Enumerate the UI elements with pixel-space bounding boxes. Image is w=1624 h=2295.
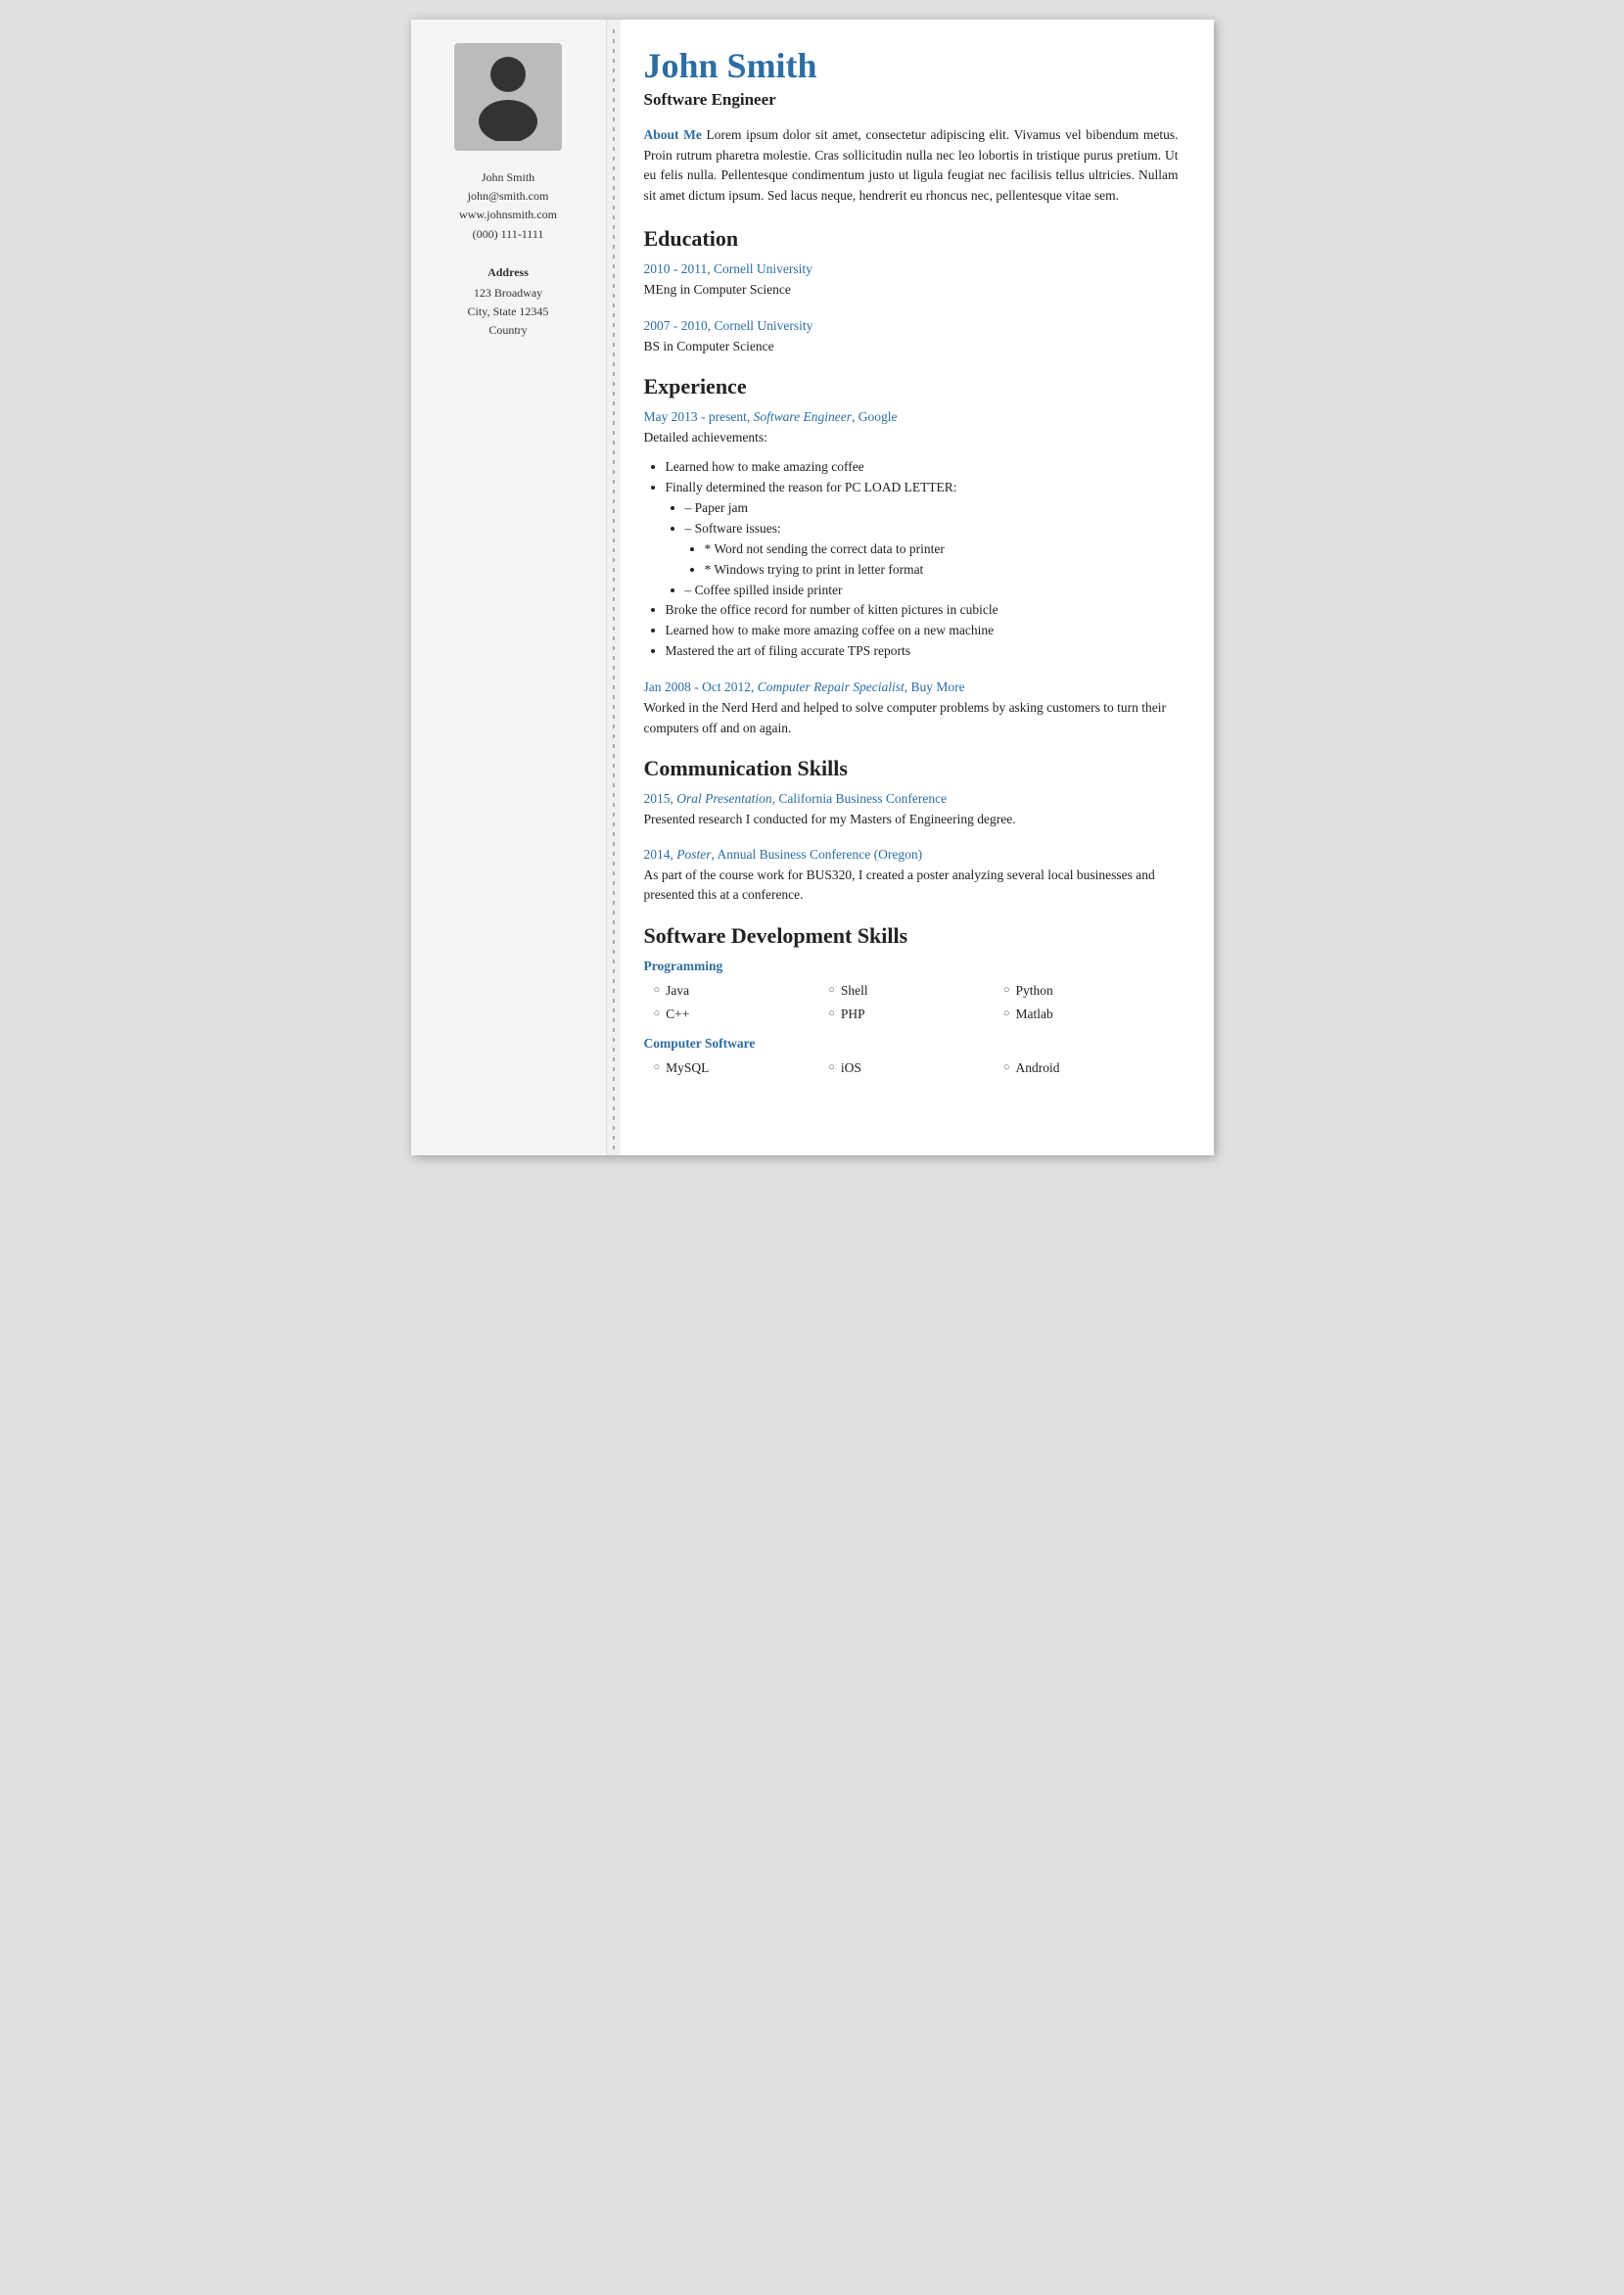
sub-sub-item: Word not sending the correct data to pri…: [705, 539, 1179, 560]
skills-category-programming: Programming: [644, 959, 1179, 974]
sub-item: Coffee spilled inside printer: [685, 581, 1179, 601]
experience-section: Experience May 2013 - present, Software …: [644, 374, 1179, 738]
exp-header-1: May 2013 - present, Software Engineer, G…: [644, 409, 1179, 425]
about-me-section: About Me Lorem ipsum dolor sit amet, con…: [644, 125, 1179, 208]
contact-name: John Smith: [482, 170, 534, 184]
person-icon: [469, 53, 547, 141]
comm-body-1: Presented research I conducted for my Ma…: [644, 810, 1179, 829]
skill-ios: iOS: [828, 1056, 1003, 1080]
edu-degree-1: MEng in Computer Science: [644, 280, 1179, 300]
sub-item: Software issues: Word not sending the co…: [685, 519, 1179, 581]
main-content: John Smith Software Engineer About Me Lo…: [621, 20, 1214, 1155]
person-name: John Smith: [644, 47, 1179, 86]
skills-category-software: Computer Software: [644, 1036, 1179, 1052]
skills-section: Software Development Skills Programming …: [644, 923, 1179, 1081]
skill-shell: Shell: [828, 979, 1003, 1003]
exp-bullets-1: Learned how to make amazing coffee Final…: [666, 457, 1179, 662]
avatar: [454, 43, 562, 151]
exp-body-2: Worked in the Nerd Herd and helped to so…: [644, 698, 1179, 738]
experience-item-2: Jan 2008 - Oct 2012, Computer Repair Spe…: [644, 679, 1179, 738]
person-title: Software Engineer: [644, 90, 1179, 110]
education-item-2: 2007 - 2010, Cornell University BS in Co…: [644, 318, 1179, 356]
comm-header-2: 2014, Poster, Annual Business Conference…: [644, 847, 1179, 863]
sidebar: John Smith john@smith.com www.johnsmith.…: [411, 20, 607, 1155]
skills-programming: Programming Java Shell Python C++ PHP Ma…: [644, 959, 1179, 1027]
edu-degree-2: BS in Computer Science: [644, 337, 1179, 356]
sub-sub-item: Windows trying to print in letter format: [705, 560, 1179, 581]
bullet-item: Broke the office record for number of ki…: [666, 600, 1179, 621]
skills-title: Software Development Skills: [644, 923, 1179, 949]
education-title: Education: [644, 226, 1179, 252]
bullet-item: Finally determined the reason for PC LOA…: [666, 478, 1179, 601]
edu-period-1: 2010 - 2011, Cornell University: [644, 261, 1179, 277]
skill-java: Java: [654, 979, 829, 1003]
contact-info: John Smith john@smith.com www.johnsmith.…: [459, 168, 557, 244]
contact-phone: (000) 111-1111: [473, 227, 544, 241]
communication-section: Communication Skills 2015, Oral Presenta…: [644, 756, 1179, 906]
edu-period-2: 2007 - 2010, Cornell University: [644, 318, 1179, 334]
address-line1: 123 Broadway: [474, 286, 542, 300]
sub-sub-list: Word not sending the correct data to pri…: [705, 539, 1179, 581]
skills-grid-software: MySQL iOS Android: [654, 1056, 1179, 1080]
skill-mysql: MySQL: [654, 1056, 829, 1080]
address-line2: City, State 12345: [468, 304, 549, 318]
skill-android: Android: [1003, 1056, 1179, 1080]
education-section: Education 2010 - 2011, Cornell Universit…: [644, 226, 1179, 356]
education-item-1: 2010 - 2011, Cornell University MEng in …: [644, 261, 1179, 300]
divider: [607, 20, 621, 1155]
skill-php: PHP: [828, 1003, 1003, 1026]
comm-item-2: 2014, Poster, Annual Business Conference…: [644, 847, 1179, 906]
experience-item-1: May 2013 - present, Software Engineer, G…: [644, 409, 1179, 662]
address-block: Address 123 Broadway City, State 12345 C…: [468, 263, 549, 341]
about-me-label: About Me: [644, 127, 702, 142]
skills-software: Computer Software MySQL iOS Android: [644, 1036, 1179, 1080]
skill-matlab: Matlab: [1003, 1003, 1179, 1026]
skill-cpp: C++: [654, 1003, 829, 1026]
sub-list: Paper jam Software issues: Word not send…: [685, 498, 1179, 601]
bullet-item: Learned how to make amazing coffee: [666, 457, 1179, 478]
bullet-item: Learned how to make more amazing coffee …: [666, 621, 1179, 641]
comm-body-2: As part of the course work for BUS320, I…: [644, 866, 1179, 906]
comm-header-1: 2015, Oral Presentation, California Busi…: [644, 791, 1179, 807]
comm-item-1: 2015, Oral Presentation, California Busi…: [644, 791, 1179, 829]
sub-item: Paper jam: [685, 498, 1179, 519]
address-label: Address: [468, 263, 549, 282]
about-me-text: Lorem ipsum dolor sit amet, consectetur …: [644, 127, 1179, 204]
skill-python: Python: [1003, 979, 1179, 1003]
communication-title: Communication Skills: [644, 756, 1179, 781]
contact-email: john@smith.com: [468, 189, 549, 203]
exp-intro-1: Detailed achievements:: [644, 428, 1179, 447]
bullet-item: Mastered the art of filing accurate TPS …: [666, 641, 1179, 662]
contact-website: www.johnsmith.com: [459, 208, 557, 221]
address-line3: Country: [488, 323, 527, 337]
resume-page: John Smith john@smith.com www.johnsmith.…: [411, 20, 1214, 1155]
experience-title: Experience: [644, 374, 1179, 399]
skills-grid-programming: Java Shell Python C++ PHP Matlab: [654, 979, 1179, 1027]
exp-header-2: Jan 2008 - Oct 2012, Computer Repair Spe…: [644, 679, 1179, 695]
dotted-line: [613, 29, 615, 1155]
